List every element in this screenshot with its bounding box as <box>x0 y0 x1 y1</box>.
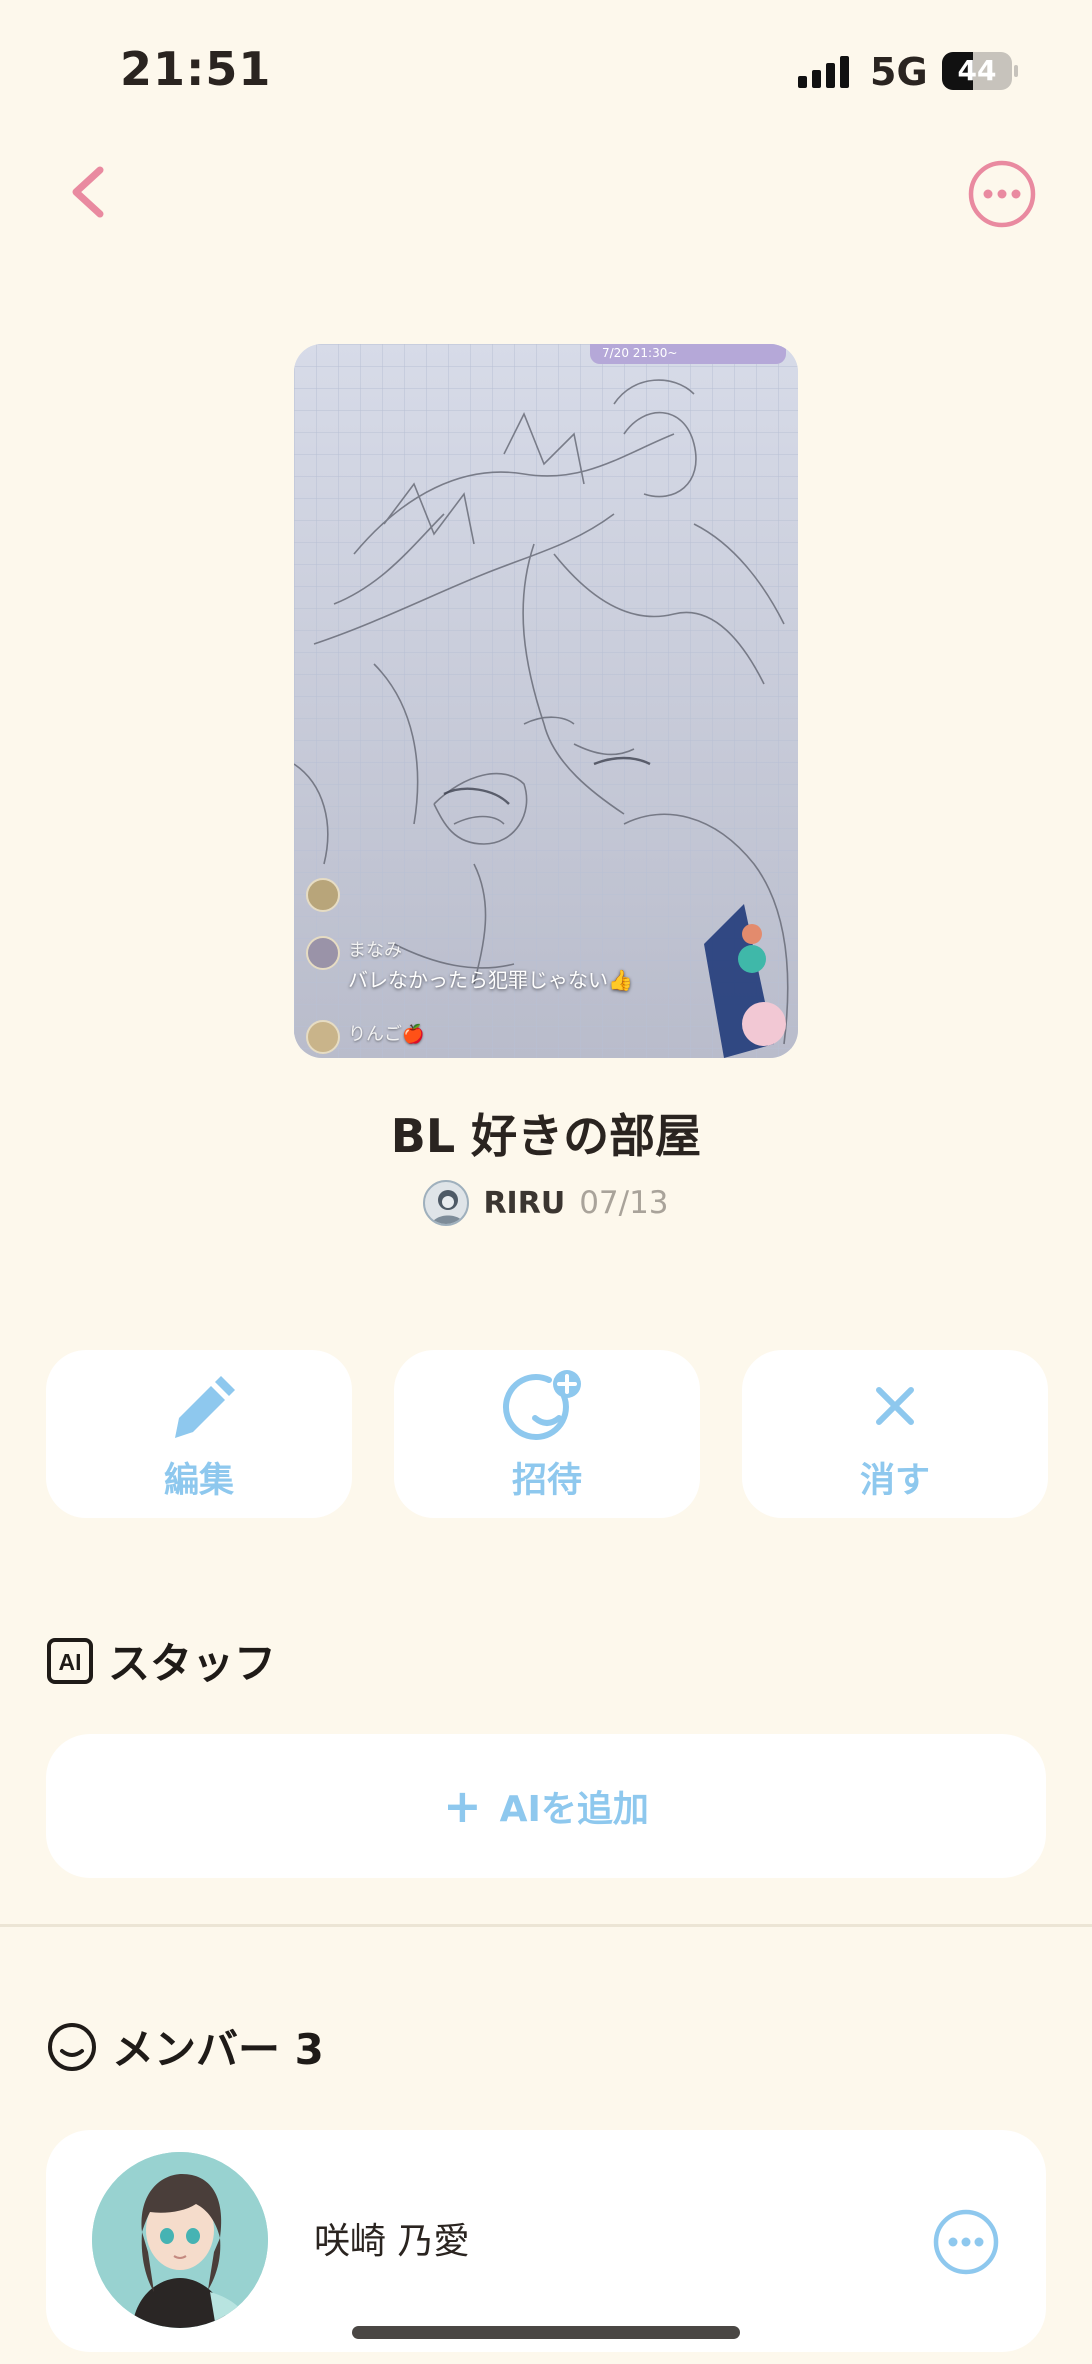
room-owner-line[interactable]: RIRU 07/13 <box>0 1180 1092 1226</box>
status-bar: 21:51 5G 44 <box>0 0 1092 140</box>
owner-name[interactable]: RIRU <box>483 1186 565 1221</box>
members-section-title: メンバー 3 <box>112 2025 324 2074</box>
chat-message: バレなかったら犯罪じゃない👍 <box>348 968 633 992</box>
chat-item: りんご🍎 <box>306 1020 424 1054</box>
section-divider <box>0 1924 1092 1927</box>
staff-section-title: スタッフ <box>108 1639 277 1688</box>
add-ai-label: AIを追加 <box>499 1789 649 1830</box>
member-avatar-image <box>92 2152 268 2328</box>
smile-face-icon <box>48 2022 96 2071</box>
add-ai-button[interactable]: + AIを追加 <box>46 1734 1046 1878</box>
chat-avatar <box>306 936 340 970</box>
member-row[interactable]: 咲崎 乃愛 <box>46 2130 1046 2352</box>
delete-button[interactable]: 消す <box>742 1350 1048 1518</box>
edit-button[interactable]: 編集 <box>46 1350 352 1518</box>
chat-name: まなみ <box>348 940 402 961</box>
cellular-signal-icon <box>798 54 849 88</box>
room-created-date: 07/13 <box>579 1185 669 1221</box>
close-x-icon <box>876 1387 914 1425</box>
chevron-left-icon <box>72 166 104 218</box>
chat-item: まなみ バレなかったら犯罪じゃない👍 <box>306 936 633 993</box>
member-more-button[interactable] <box>932 2208 1000 2276</box>
members-section-header: メンバー 3 <box>46 2016 324 2077</box>
invite-face-plus-icon <box>503 1370 581 1440</box>
more-options-button[interactable] <box>966 158 1038 230</box>
chat-avatar <box>306 1020 340 1054</box>
more-horizontal-circle-icon <box>933 2209 999 2275</box>
status-time: 21:51 <box>120 42 272 96</box>
member-name: 咲崎 乃愛 <box>314 2221 470 2262</box>
home-indicator[interactable] <box>352 2326 740 2339</box>
room-title: BL 好きの部屋 <box>390 1109 702 1163</box>
owner-avatar[interactable] <box>423 1180 470 1226</box>
invite-label: 招待 <box>511 1461 582 1501</box>
edit-label: 編集 <box>163 1461 234 1501</box>
battery-icon: 44 <box>942 52 1018 90</box>
battery-level: 44 <box>957 54 997 87</box>
staff-section-header: AI スタッフ <box>46 1630 276 1691</box>
pencil-icon <box>175 1376 235 1438</box>
invite-button[interactable]: 招待 <box>394 1350 700 1518</box>
chat-avatar <box>306 878 340 912</box>
owner-avatar-image <box>432 1190 465 1224</box>
chat-name: りんご🍎 <box>348 1024 425 1045</box>
chat-item <box>306 878 340 912</box>
back-button[interactable] <box>62 160 114 224</box>
network-type: 5G <box>870 50 928 94</box>
delete-label: 消す <box>859 1461 930 1501</box>
ai-badge-icon: AI <box>47 1637 93 1684</box>
more-horizontal-circle-icon <box>968 160 1036 228</box>
plus-icon: + <box>443 1779 482 1833</box>
svg-text:AI: AI <box>59 1649 82 1675</box>
room-cover-image[interactable]: 7/20 21:30~ まなみ バレなかったら犯罪じゃない👍 りんご🍎 <box>294 344 798 1058</box>
member-avatar[interactable] <box>92 2152 268 2328</box>
live-schedule-banner: 7/20 21:30~ <box>590 344 786 364</box>
